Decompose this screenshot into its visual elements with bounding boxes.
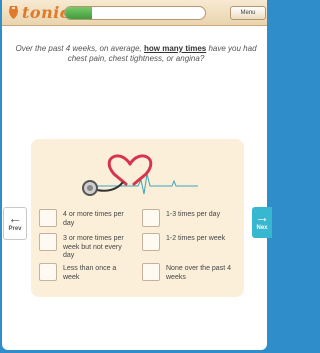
checkbox[interactable] bbox=[142, 263, 160, 281]
arrow-right-icon: → bbox=[255, 209, 269, 225]
option-label: 4 or more times per day bbox=[63, 211, 124, 227]
checkbox[interactable] bbox=[39, 233, 57, 251]
checkbox[interactable] bbox=[39, 209, 57, 227]
option-1-3-per-day[interactable]: 1-3 times per day bbox=[142, 209, 242, 227]
option-label: None over the past 4 weeks bbox=[166, 265, 231, 281]
answer-card: 4 or more times per day 1-3 times per da… bbox=[31, 139, 244, 297]
option-label: 1-3 times per day bbox=[166, 211, 221, 218]
next-button[interactable]: → Nex bbox=[252, 207, 272, 238]
option-label: 3 or more times per week but not every d… bbox=[63, 235, 124, 259]
checkbox[interactable] bbox=[39, 263, 57, 281]
option-none[interactable]: None over the past 4 weeks bbox=[142, 263, 242, 282]
option-3-plus-per-week[interactable]: 3 or more times per week but not every d… bbox=[39, 233, 134, 261]
menu-button[interactable]: Menu bbox=[230, 6, 266, 20]
prev-button[interactable]: ← Prev bbox=[3, 207, 27, 240]
option-4-plus-per-day[interactable]: 4 or more times per day bbox=[39, 209, 134, 228]
option-label: 1-2 times per week bbox=[166, 235, 226, 242]
progress-label: 19% complete bbox=[115, 10, 155, 16]
survey-screen: tonic 19% complete Menu Over the past 4 … bbox=[2, 0, 267, 350]
option-label: Less than once a week bbox=[63, 265, 117, 281]
top-bar: tonic 19% complete Menu bbox=[2, 0, 267, 26]
prev-label: Prev bbox=[8, 226, 22, 232]
tonic-logo: tonic bbox=[8, 3, 70, 22]
question-prefix: Over the past 4 weeks, on average, bbox=[15, 44, 144, 53]
question-emphasis: how many times bbox=[144, 44, 207, 53]
arrow-left-icon: ← bbox=[8, 210, 22, 226]
logo-text: tonic bbox=[22, 3, 71, 22]
option-less-than-weekly[interactable]: Less than once a week bbox=[39, 263, 134, 282]
stethoscope-heart-icon bbox=[82, 154, 198, 196]
checkbox[interactable] bbox=[142, 209, 160, 227]
next-label: Nex bbox=[256, 225, 268, 231]
tonic-logo-icon bbox=[9, 6, 18, 19]
progress-bar: 19% complete bbox=[64, 6, 206, 20]
checkbox[interactable] bbox=[142, 233, 160, 251]
option-1-2-per-week[interactable]: 1-2 times per week bbox=[142, 233, 242, 251]
question-text: Over the past 4 weeks, on average, how m… bbox=[8, 44, 264, 64]
